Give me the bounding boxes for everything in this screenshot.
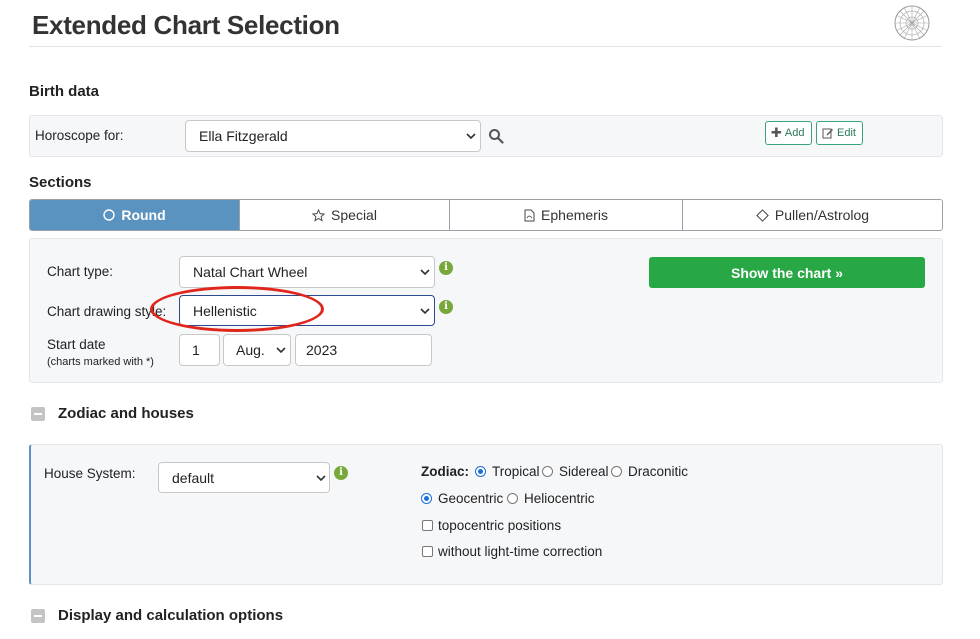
edit-button[interactable]: Edit [816, 121, 863, 145]
birth-data-heading: Birth data [29, 83, 100, 100]
chart-type-label: Chart type: [47, 264, 114, 279]
add-button[interactable]: ✚ Add [765, 121, 812, 145]
draconitic-label: Draconitic [628, 464, 689, 479]
add-button-label: Add [784, 127, 805, 139]
sections-heading: Sections [29, 174, 92, 191]
heliocentric-radio[interactable] [507, 493, 518, 504]
mandala-logo-icon [894, 5, 930, 41]
display-options-heading[interactable]: Display and calculation options [58, 607, 283, 624]
zodiac-label: Zodiac: [421, 464, 470, 479]
tab-round[interactable]: Round [30, 200, 240, 230]
page-title: Extended Chart Selection [32, 10, 340, 40]
diamond-icon [756, 208, 769, 222]
info-icon[interactable]: i [439, 261, 453, 275]
light-time-label: without light-time correction [438, 544, 603, 559]
info-icon[interactable]: i [439, 300, 453, 314]
drawing-style-select[interactable]: Hellenistic [179, 295, 435, 326]
sidereal-label: Sidereal [559, 464, 609, 479]
info-icon[interactable]: i [334, 466, 348, 480]
house-system-label: House System: [44, 466, 136, 481]
title-divider [29, 46, 942, 47]
tab-ephemeris-label: Ephemeris [541, 207, 608, 223]
horoscope-label: Horoscope for: [35, 128, 124, 143]
geocentric-radio[interactable] [421, 493, 432, 504]
start-date-label: Start date [47, 337, 106, 352]
chart-type-select[interactable]: Natal Chart Wheel [179, 256, 435, 288]
topocentric-label: topocentric positions [438, 518, 562, 533]
section-tabs: Round Special Ephemeris Pullen/Astrolog [29, 199, 943, 231]
tab-pullen-astrolog-label: Pullen/Astrolog [774, 207, 870, 223]
tropical-label: Tropical [492, 464, 540, 479]
horoscope-select[interactable]: Ella Fitzgerald [185, 120, 481, 152]
topocentric-checkbox[interactable] [422, 520, 433, 531]
tab-pullen-astrolog[interactable]: Pullen/Astrolog [683, 200, 942, 230]
start-month-select[interactable]: Aug. [223, 334, 291, 366]
tab-ephemeris[interactable]: Ephemeris [450, 200, 683, 230]
pdf-file-icon [524, 209, 535, 221]
tab-round-label: Round [121, 207, 166, 223]
collapse-icon[interactable] [31, 407, 45, 421]
start-year-input[interactable] [295, 334, 432, 366]
house-system-select[interactable]: default [158, 462, 330, 493]
start-date-note: (charts marked with *) [47, 356, 154, 368]
draconitic-radio[interactable] [611, 466, 622, 477]
circle-icon [103, 209, 116, 221]
star-icon [312, 208, 326, 222]
collapse-icon[interactable] [31, 609, 45, 623]
geocentric-label: Geocentric [438, 491, 504, 506]
edit-button-label: Edit [837, 127, 856, 139]
light-time-checkbox[interactable] [422, 546, 433, 557]
tab-special[interactable]: Special [240, 200, 450, 230]
show-chart-button[interactable]: Show the chart » [649, 257, 925, 288]
tab-special-label: Special [331, 207, 377, 223]
search-icon[interactable] [488, 128, 504, 144]
drawing-style-label: Chart drawing style: [47, 304, 167, 319]
tropical-radio[interactable] [475, 466, 486, 477]
heliocentric-label: Heliocentric [524, 491, 595, 506]
start-day-input[interactable] [179, 334, 220, 366]
edit-icon [822, 128, 833, 139]
zodiac-houses-heading[interactable]: Zodiac and houses [58, 405, 194, 422]
sidereal-radio[interactable] [542, 466, 553, 477]
plus-icon: ✚ [771, 125, 782, 140]
